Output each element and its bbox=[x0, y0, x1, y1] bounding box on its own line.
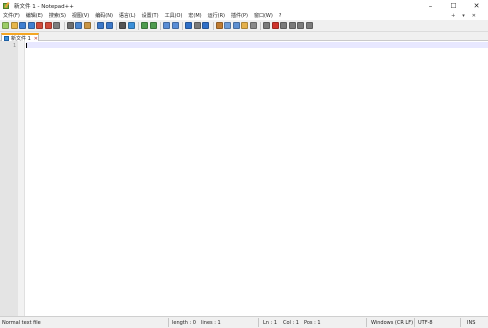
indent-guide-icon[interactable] bbox=[202, 22, 209, 29]
save-all-icon[interactable] bbox=[27, 22, 35, 29]
doc-switcher-icon[interactable] bbox=[249, 22, 257, 29]
undo-icon[interactable] bbox=[97, 22, 104, 29]
toolbar-separator bbox=[160, 21, 161, 30]
function-list-icon[interactable] bbox=[232, 22, 240, 29]
status-divider bbox=[366, 318, 367, 327]
menu-window[interactable]: 窗口(W) bbox=[252, 12, 275, 19]
sync-horizontal-icon[interactable] bbox=[171, 22, 179, 29]
tab-list-dropdown[interactable]: ▾ bbox=[462, 13, 465, 19]
menu-run[interactable]: 运行(R) bbox=[206, 12, 227, 19]
tab-bar: 新文件 1 ✕ bbox=[0, 32, 488, 42]
stop-macro-icon[interactable] bbox=[280, 22, 287, 29]
close-window-button[interactable]: ✕ bbox=[465, 0, 488, 11]
toolbar-separator bbox=[260, 21, 261, 30]
menu-tools[interactable]: 工具(O) bbox=[163, 12, 185, 19]
open-file-icon[interactable] bbox=[10, 22, 18, 29]
status-length: length : 0 bbox=[172, 319, 196, 326]
editor-area[interactable]: 1 bbox=[0, 41, 488, 316]
sync-vertical-icon[interactable] bbox=[163, 22, 170, 29]
notepad-app-icon[interactable] bbox=[3, 1, 10, 9]
menu-search[interactable]: 搜索(S) bbox=[47, 12, 68, 19]
status-ln: Ln : 1 bbox=[263, 319, 277, 326]
menu-settings[interactable]: 设置(T) bbox=[140, 12, 161, 19]
copy-icon[interactable] bbox=[75, 22, 82, 29]
save-icon[interactable] bbox=[19, 22, 26, 29]
close-icon[interactable] bbox=[36, 22, 43, 29]
minimize-button[interactable]: – bbox=[419, 0, 442, 11]
maximize-button[interactable]: ☐ bbox=[442, 0, 465, 11]
find-icon[interactable] bbox=[119, 22, 126, 29]
menu-file[interactable]: 文件(F) bbox=[1, 12, 22, 19]
menu-plugins[interactable]: 插件(P) bbox=[229, 12, 250, 19]
udl-icon[interactable] bbox=[215, 22, 223, 29]
menu-right-controls: + ▾ ✕ bbox=[451, 11, 476, 20]
show-all-chars-icon[interactable] bbox=[193, 22, 201, 29]
status-bar: Normal text file length : 0 lines : 1 Ln… bbox=[0, 316, 488, 328]
status-divider bbox=[414, 318, 415, 327]
menu-edit[interactable]: 编辑(E) bbox=[24, 12, 45, 19]
current-line-highlight bbox=[26, 42, 488, 48]
window-title: 新文件 1 - Notepad++ bbox=[14, 3, 74, 10]
status-lines: lines : 1 bbox=[201, 319, 221, 326]
toolbar-separator bbox=[212, 21, 214, 30]
status-divider bbox=[258, 318, 259, 327]
menu-encoding[interactable]: 编码(N) bbox=[93, 12, 115, 19]
new-file-icon[interactable] bbox=[2, 22, 9, 29]
title-bar: 新文件 1 - Notepad++ – ☐ ✕ bbox=[0, 0, 488, 11]
replace-icon[interactable] bbox=[127, 22, 135, 29]
window-controls: – ☐ ✕ bbox=[419, 0, 488, 11]
menu-macro[interactable]: 宏(M) bbox=[186, 12, 203, 19]
status-file-type: Normal text file bbox=[2, 319, 41, 326]
status-insert-mode[interactable]: INS bbox=[467, 317, 475, 328]
redo-icon[interactable] bbox=[105, 22, 113, 29]
menu-bar: 文件(F) 编辑(E) 搜索(S) 视图(V) 编码(N) 语言(L) 设置(T… bbox=[0, 11, 488, 20]
toolbar-separator bbox=[63, 21, 65, 30]
close-all-icon[interactable] bbox=[44, 22, 52, 29]
record-macro-icon[interactable] bbox=[271, 22, 279, 29]
status-divider bbox=[168, 318, 169, 327]
doc-map-icon[interactable] bbox=[224, 22, 231, 29]
status-divider bbox=[460, 318, 461, 327]
save-macro-icon[interactable] bbox=[305, 22, 313, 29]
status-encoding[interactable]: UTF-8 bbox=[418, 317, 433, 328]
menu-view[interactable]: 视图(V) bbox=[70, 12, 91, 19]
text-caret bbox=[26, 43, 27, 48]
toolbar-separator bbox=[94, 21, 95, 30]
print-icon[interactable] bbox=[53, 22, 60, 29]
zoom-out-icon[interactable] bbox=[149, 22, 157, 29]
toolbar-separator bbox=[116, 21, 117, 30]
line-number: 1 bbox=[12, 43, 16, 49]
cut-icon[interactable] bbox=[66, 22, 74, 29]
toolbar bbox=[0, 20, 488, 32]
folder-workspace-icon[interactable] bbox=[241, 22, 248, 29]
status-pos: Pos : 1 bbox=[304, 319, 321, 326]
play-macro-icon[interactable] bbox=[288, 22, 296, 29]
status-eol[interactable]: Windows (CR LF) bbox=[371, 317, 413, 328]
status-col: Col : 1 bbox=[283, 319, 299, 326]
paste-icon[interactable] bbox=[83, 22, 91, 29]
menu-language[interactable]: 语言(L) bbox=[117, 12, 138, 19]
word-wrap-icon[interactable] bbox=[185, 22, 192, 29]
line-number-gutter: 1 bbox=[0, 41, 18, 316]
menu-help[interactable]: ? bbox=[277, 13, 284, 19]
close-document-button[interactable]: ✕ bbox=[472, 13, 476, 19]
toolbar-separator bbox=[138, 21, 139, 30]
fold-margin[interactable] bbox=[18, 41, 25, 316]
monitor-icon[interactable] bbox=[263, 22, 270, 29]
zoom-in-icon[interactable] bbox=[141, 22, 148, 29]
toolbar-separator bbox=[182, 21, 183, 30]
add-tab-button[interactable]: + bbox=[451, 13, 455, 19]
run-macro-multiple-icon[interactable] bbox=[297, 22, 304, 29]
